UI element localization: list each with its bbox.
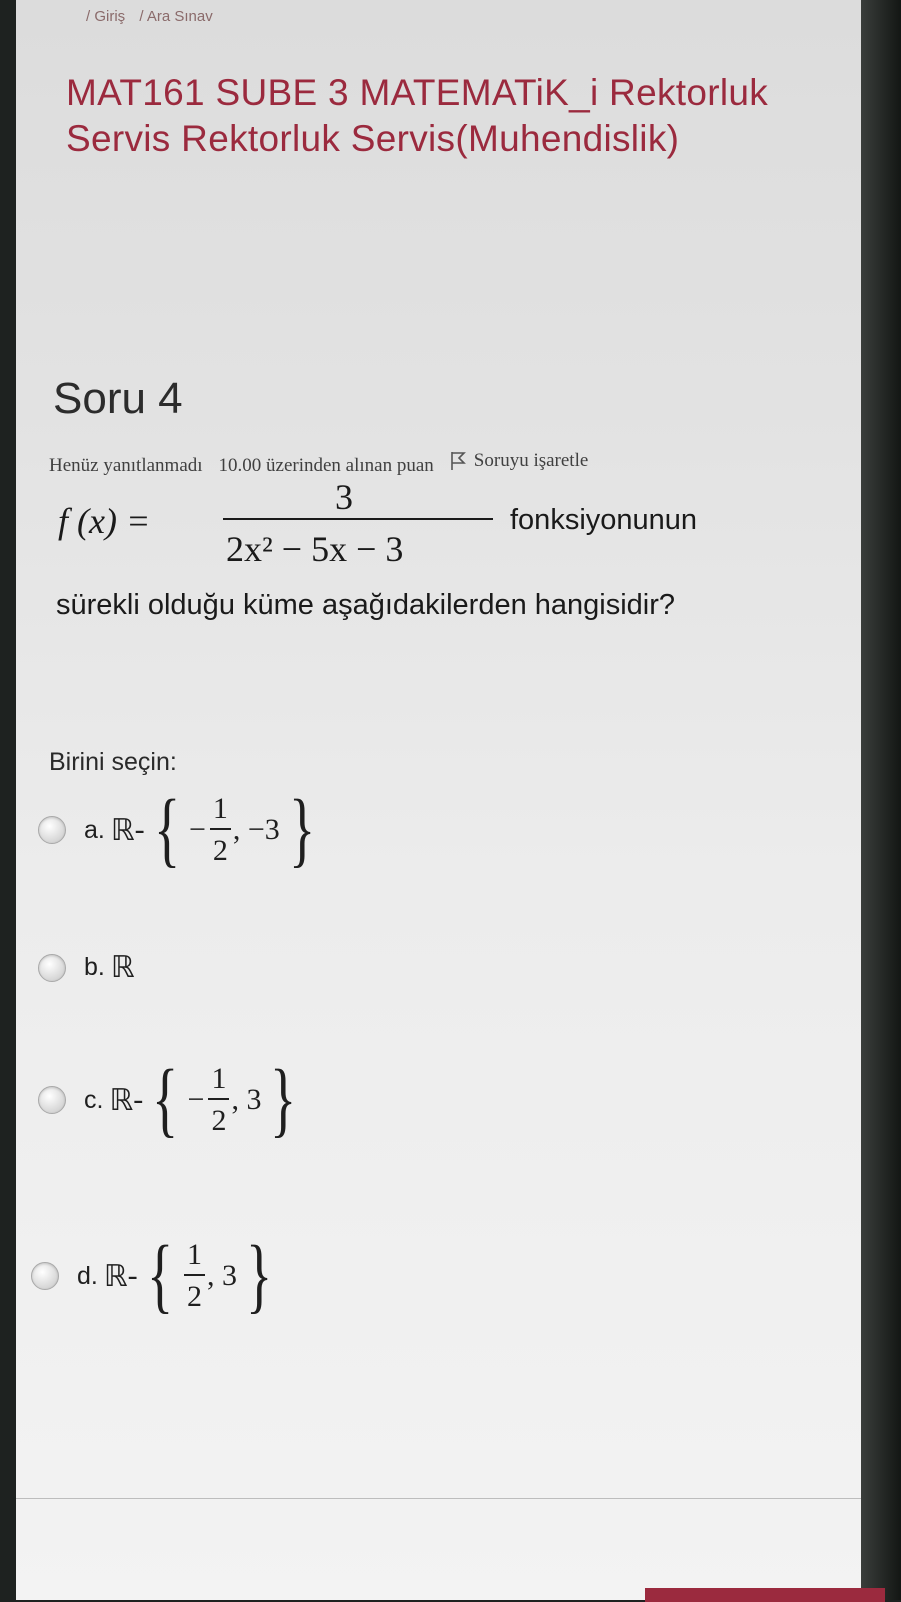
set-remaining-element: , 3 — [231, 1083, 262, 1116]
answer-option-d[interactable]: d. ℝ- { 12 , 3 } — [31, 1234, 281, 1318]
radio-button[interactable] — [38, 953, 66, 982]
question-info: Henüz yanıtlanmadı 10.00 üzerinden alınan… — [49, 450, 588, 477]
flag-icon — [450, 452, 466, 470]
fraction-numerator: 1 — [208, 1064, 230, 1100]
answer-option-c[interactable]: c. ℝ- { − 12 , 3 } — [38, 1058, 306, 1142]
fraction-numerator: 1 — [183, 1240, 205, 1276]
divider — [16, 1498, 862, 1499]
formula-denominator: 2x² − 5x − 3 — [226, 529, 404, 569]
fraction: 12 — [208, 1064, 230, 1137]
formula-lhs: f (x) = — [58, 501, 151, 541]
radio-button[interactable] — [38, 816, 66, 844]
set-minus-sign: - — [127, 1259, 138, 1292]
fraction-denominator: 2 — [211, 1104, 227, 1137]
fraction-denominator: 2 — [186, 1280, 202, 1313]
breadcrumb: / Giriş / Ara Sınav — [86, 8, 223, 25]
option-letter: b. — [84, 953, 105, 981]
real-set-symbol: ℝ — [103, 1259, 128, 1293]
option-math: ℝ- { − 12 , −3 } — [111, 788, 324, 872]
fraction-sign: − — [188, 813, 206, 846]
option-math: ℝ- { − 12 , 3 } — [109, 1058, 305, 1142]
set-remaining-element: , 3 — [206, 1259, 237, 1292]
fraction: 12 — [209, 794, 231, 867]
set-remaining-element: , −3 — [232, 813, 280, 846]
answer-prompt: Birini seçin: — [49, 748, 177, 776]
option-math: ℝ — [111, 950, 135, 985]
question-heading: Soru 4 — [53, 374, 183, 423]
formula-trailing-text: fonksiyonunun — [510, 504, 698, 536]
option-letter: a. — [84, 815, 105, 844]
right-brace: } — [246, 1229, 273, 1322]
fraction-bar — [223, 518, 493, 520]
device-bezel — [861, 0, 901, 1600]
question-text: sürekli olduğu küme aşağıdakilerden hang… — [56, 589, 676, 621]
answer-option-b[interactable]: b. ℝ — [38, 950, 135, 985]
right-brace: } — [288, 783, 316, 876]
fraction-denominator: 2 — [212, 834, 228, 867]
course-title: MAT161 SUBE 3 MATEMATiK_i Rektorluk Serv… — [66, 72, 769, 159]
option-math: ℝ- { 12 , 3 } — [104, 1234, 281, 1318]
set-minus-sign: - — [134, 813, 145, 846]
left-brace: { — [152, 1053, 179, 1146]
fraction-sign: − — [187, 1083, 205, 1116]
option-letter: c. — [84, 1085, 104, 1114]
fraction-numerator: 1 — [209, 794, 231, 830]
left-brace: { — [153, 783, 180, 876]
flag-question-button[interactable]: Soruyu işaretle — [450, 450, 589, 472]
real-set-symbol: ℝ — [110, 813, 135, 847]
quiz-screen: / Giriş / Ara Sınav MAT161 SUBE 3 MATEMA… — [16, 0, 862, 1600]
real-set-symbol: ℝ — [110, 951, 135, 984]
formula-numerator: 3 — [335, 477, 353, 517]
left-brace: { — [146, 1229, 173, 1322]
flag-question-label: Soruyu işaretle — [473, 450, 589, 471]
fraction: 12 — [183, 1240, 205, 1313]
question-points: 10.00 üzerinden alınan puan — [218, 455, 434, 476]
radio-button[interactable] — [38, 1086, 66, 1114]
set-minus-sign: - — [133, 1083, 144, 1116]
option-letter: d. — [77, 1261, 98, 1290]
radio-button[interactable] — [31, 1262, 59, 1290]
question-status: Henüz yanıtlanmadı — [49, 455, 203, 476]
right-brace: } — [270, 1053, 297, 1146]
real-set-symbol: ℝ — [109, 1083, 134, 1117]
breadcrumb-home-link[interactable]: / Giriş — [86, 8, 125, 25]
breadcrumb-exam-link[interactable]: / Ara Sınav — [139, 8, 212, 25]
answer-option-a[interactable]: a. ℝ- { − 12 , −3 } — [38, 788, 324, 872]
